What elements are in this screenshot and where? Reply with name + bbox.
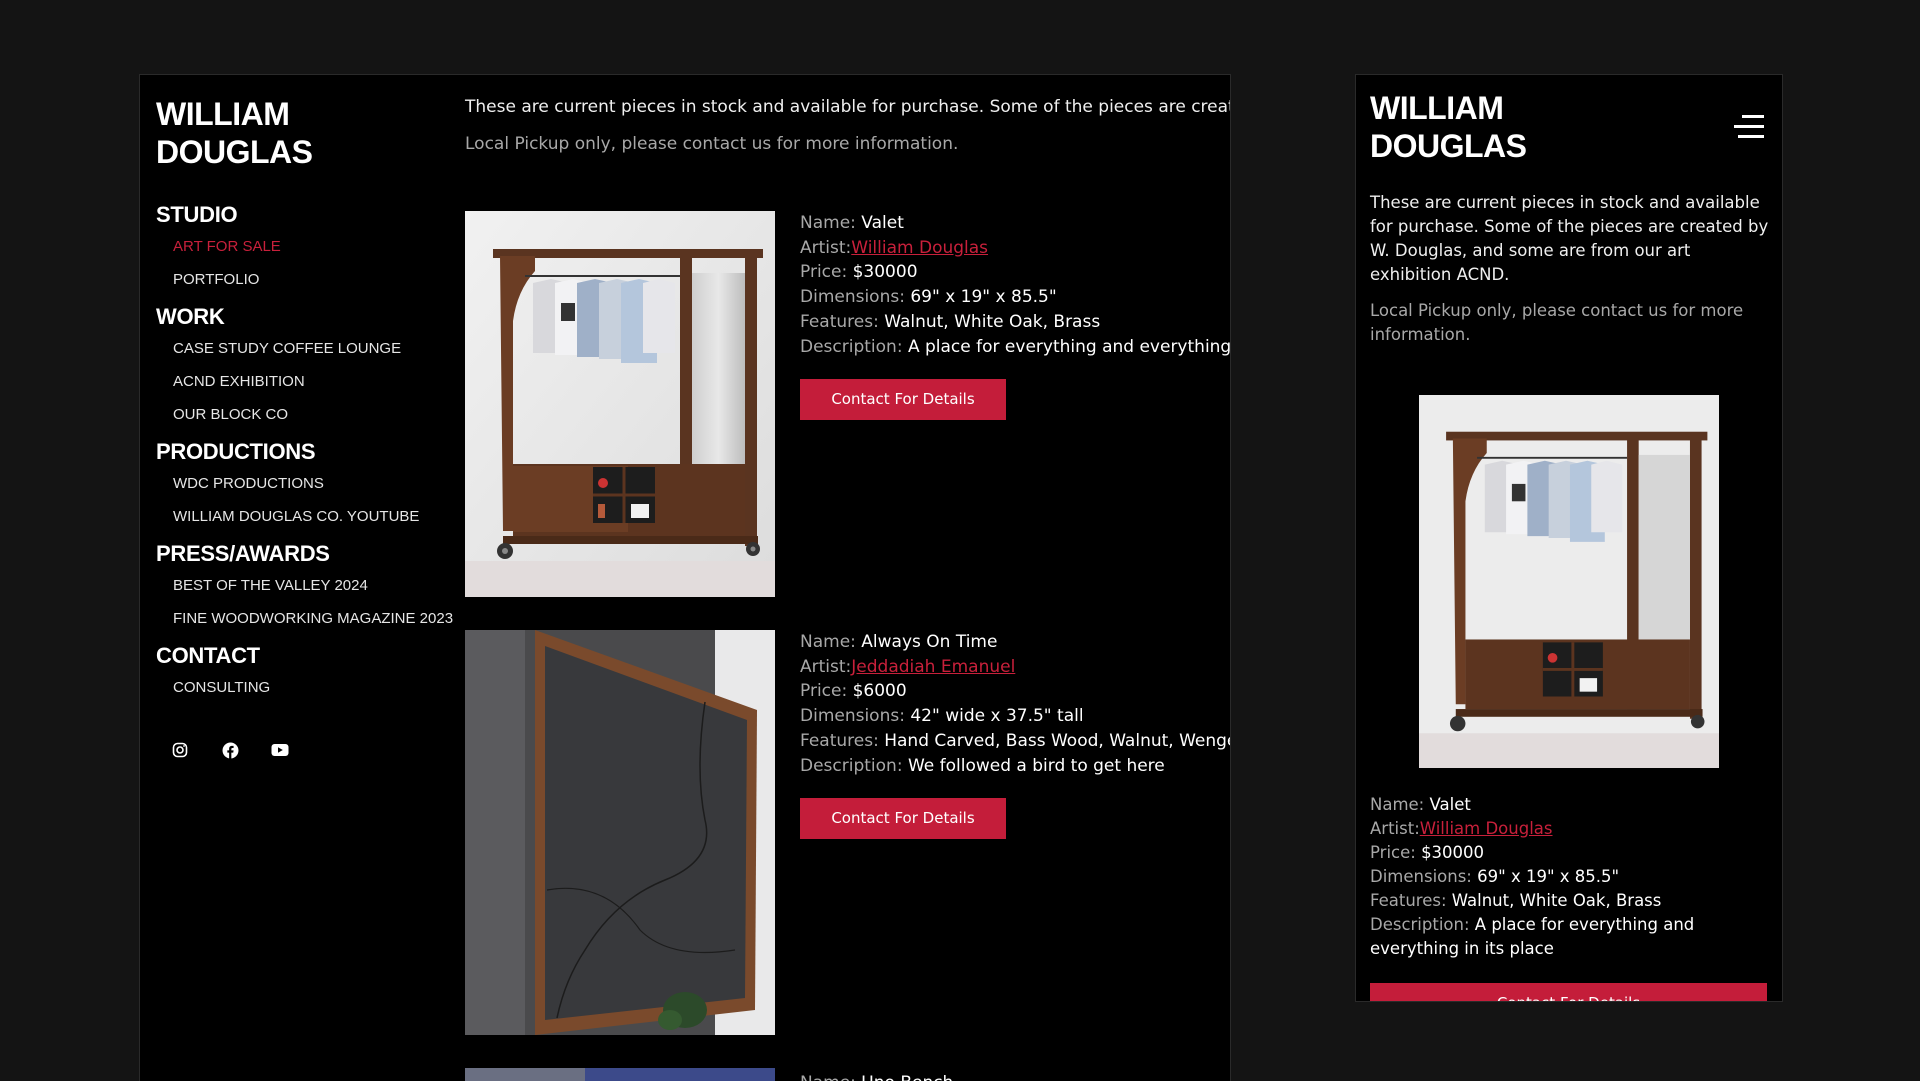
nav-section-productions[interactable]: PRODUCTIONS [156, 437, 456, 467]
nav-item-fine-woodworking[interactable]: FINE WOODWORKING MAGAZINE 2023 [173, 602, 456, 635]
item-features: Hand Carved, Bass Wood, Walnut, Wenge, [884, 730, 1231, 751]
logo-line-2: DOUGLAS [156, 134, 313, 171]
item-price-row: Price: $30000 [1370, 843, 1485, 862]
item-features-row: Features: Walnut, White Oak, Brass [800, 311, 1101, 332]
item-name-row: Name: Always On Time [800, 632, 998, 652]
artist-link[interactable]: William Douglas [851, 238, 988, 258]
item-dimensions: 69" x 19" x 85.5" [1477, 867, 1620, 886]
valet-details: Name: Valet Artist:William Douglas Price… [1370, 793, 1770, 961]
item-artist-row: Artist:William Douglas [1370, 819, 1553, 838]
item-dimensions: 69" x 19" x 85.5" [910, 287, 1057, 308]
nav-section-contact[interactable]: CONTACT [156, 641, 456, 671]
item-description: A place for everything and everything in [907, 336, 1231, 357]
item-description: We followed a bird to get here [907, 755, 1165, 776]
valet-photo[interactable] [1419, 395, 1719, 768]
always-on-time-photo[interactable] [465, 630, 775, 1035]
nav-section-studio[interactable]: STUDIO [156, 200, 456, 230]
contact-for-details-button[interactable]: Contact For Details [800, 379, 1006, 421]
intro-section: These are current pieces in stock and av… [465, 95, 1231, 156]
nav-item-portfolio[interactable]: PORTFOLIO [173, 263, 456, 296]
logo-line-1: WILLIAM [1370, 90, 1504, 126]
nav-item-acnd-exhibition[interactable]: ACND EXHIBITION [173, 365, 456, 398]
nav-item-case-study-coffee-lounge[interactable]: CASE STUDY COFFEE LOUNGE [173, 332, 456, 365]
instagram-icon[interactable] [171, 741, 189, 759]
youtube-icon[interactable] [271, 741, 289, 759]
intro-text: These are current pieces in stock and av… [1370, 193, 1769, 284]
artist-link[interactable]: William Douglas [1420, 819, 1553, 838]
nav-item-best-of-the-valley[interactable]: BEST OF THE VALLEY 2024 [173, 569, 456, 602]
nav-item-art-for-sale[interactable]: ART FOR SALE [173, 230, 456, 263]
uno-bench-photo[interactable] [465, 1068, 775, 1081]
item-price-row: Price: $30000 [800, 262, 918, 283]
item-price: $30000 [852, 262, 918, 283]
item-description-row: Description: We followed a bird to get h… [800, 755, 1165, 776]
item-price: $30000 [1421, 843, 1485, 862]
item-name: Valet [1429, 795, 1471, 814]
item-dimensions-row: Dimensions: 42" wide x 37.5" tall [800, 706, 1084, 727]
item-features: Walnut, White Oak, Brass [1451, 891, 1662, 910]
intro-text: These are current pieces in stock and av… [465, 97, 1231, 117]
desktop-view: WILLIAM DOUGLAS STUDIO ART FOR SALE PORT… [139, 74, 1231, 1081]
pickup-note: Local Pickup only, please contact us for… [465, 134, 959, 154]
pickup-note: Local Pickup only, please contact us for… [1370, 301, 1744, 344]
contact-for-details-button[interactable]: Contact For Details [800, 798, 1006, 840]
item-description-row: Description: A place for everything and … [800, 335, 1231, 360]
nav-item-consulting[interactable]: CONSULTING [173, 671, 456, 704]
item-features-row: Features: Walnut, White Oak, Brass [1370, 891, 1662, 910]
nav-item-wdc-productions[interactable]: WDC PRODUCTIONS [173, 467, 456, 500]
logo-line-1: WILLIAM [156, 96, 290, 132]
item-price-row: Price: $6000 [800, 681, 907, 702]
site-logo[interactable]: WILLIAM DOUGLAS [1370, 89, 1570, 166]
logo-line-2: DOUGLAS [1370, 128, 1527, 165]
facebook-icon[interactable] [221, 741, 239, 759]
nav-item-our-block-co[interactable]: OUR BLOCK CO [173, 398, 456, 431]
item-name-row: Name: Valet [1370, 795, 1471, 814]
artist-link[interactable]: Jeddadiah Emanuel [851, 657, 1015, 677]
item-features-row: Features: Hand Carved, Bass Wood, Walnut… [800, 729, 1231, 754]
sidebar-nav: STUDIO ART FOR SALE PORTFOLIO WORK CASE … [156, 200, 456, 704]
item-dimensions-row: Dimensions: 69" x 19" x 85.5" [1370, 867, 1620, 886]
item-description-row: Description: A place for everything and … [1370, 915, 1695, 958]
hamburger-icon[interactable] [1734, 115, 1764, 139]
item-name-row: Name: Valet [800, 213, 904, 233]
item-artist-row: Artist:William Douglas [800, 237, 989, 258]
social-links [171, 741, 289, 759]
valet-details: Name: Valet Artist:William Douglas Price… [800, 211, 1231, 421]
nav-section-press[interactable]: PRESS/AWARDS [156, 539, 456, 569]
uno-bench-details: Name: Uno Bench [800, 1068, 1230, 1081]
item-dimensions-row: Dimensions: 69" x 19" x 85.5" [800, 287, 1057, 308]
item-name: Valet [861, 213, 904, 233]
mobile-view: WILLIAM DOUGLAS These are current pieces… [1355, 74, 1783, 1002]
nav-item-youtube[interactable]: WILLIAM DOUGLAS CO. YOUTUBE [173, 500, 456, 533]
always-on-time-details: Name: Always On Time Artist:Jeddadiah Em… [800, 630, 1231, 840]
item-dimensions: 42" wide x 37.5" tall [910, 706, 1084, 727]
item-artist-row: Artist:Jeddadiah Emanuel [800, 656, 1016, 677]
item-name: Always On Time [861, 632, 998, 652]
contact-for-details-button[interactable]: Contact For Details [1370, 983, 1767, 1001]
item-price: $6000 [852, 681, 907, 702]
nav-section-work[interactable]: WORK [156, 302, 456, 332]
item-features: Walnut, White Oak, Brass [884, 311, 1101, 332]
site-logo[interactable]: WILLIAM DOUGLAS [156, 95, 376, 172]
valet-photo[interactable] [465, 211, 775, 597]
